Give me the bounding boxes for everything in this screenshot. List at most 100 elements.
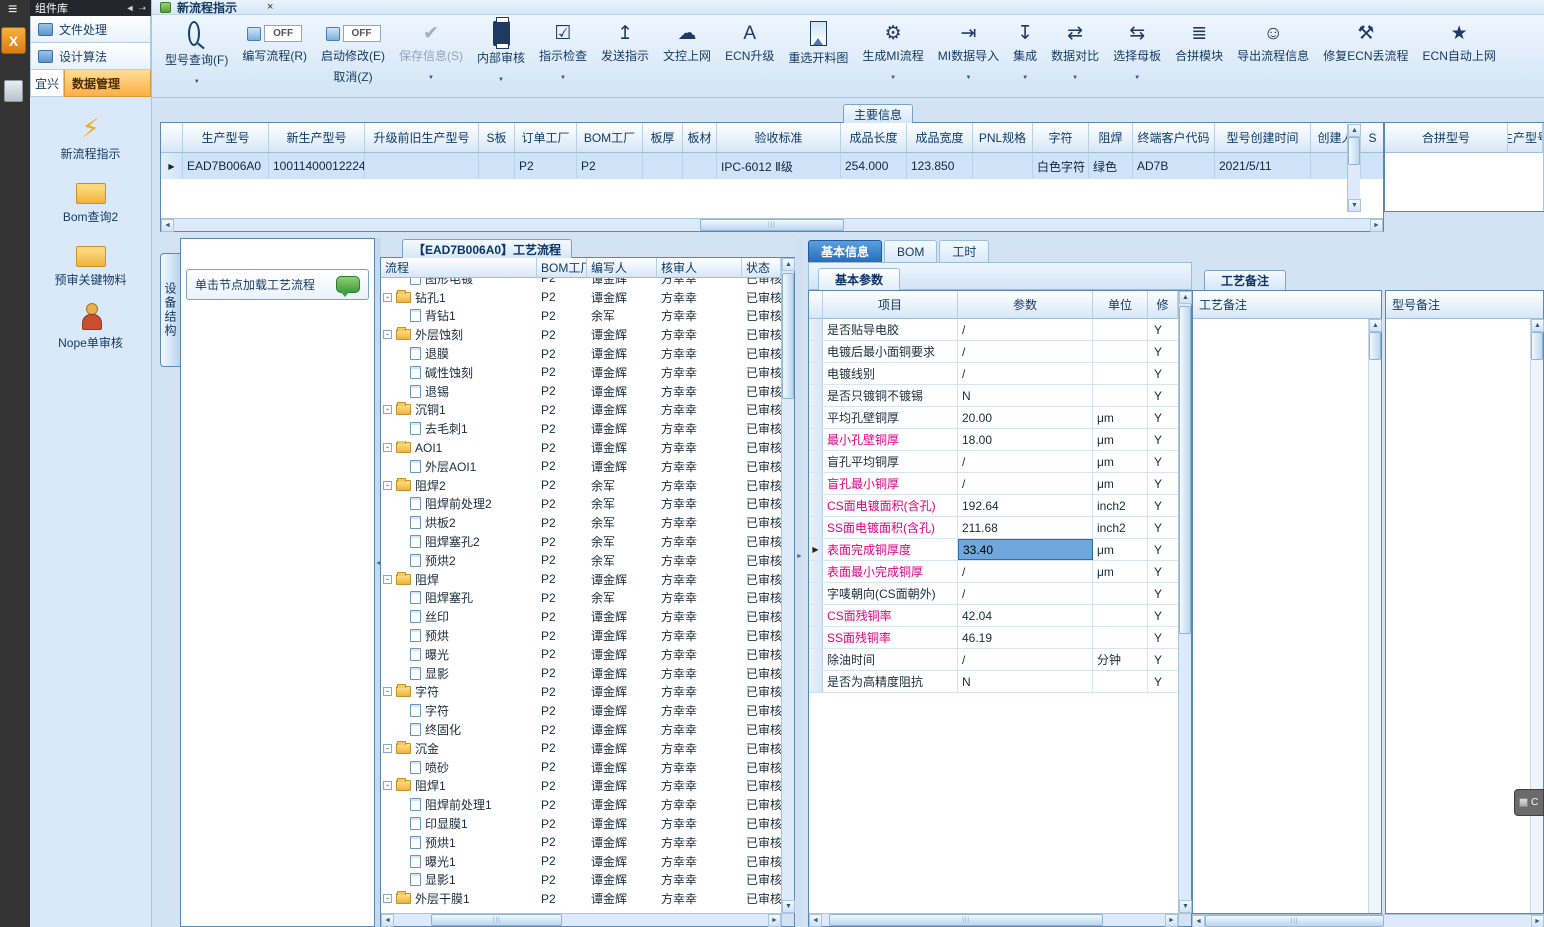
param-value-cell[interactable]: 192.64 bbox=[958, 495, 1093, 516]
param-row[interactable]: 字唛朝向(CS面朝外) / Y bbox=[809, 583, 1178, 605]
flow-writer-cell[interactable]: 谭金辉 bbox=[587, 289, 657, 306]
scrollbar-thumb[interactable] bbox=[1531, 332, 1543, 360]
scrollbar-thumb[interactable] bbox=[1179, 306, 1191, 634]
close-icon[interactable]: × bbox=[267, 1, 273, 13]
param-row[interactable]: 电镀后最小面铜要求 / Y bbox=[809, 341, 1178, 363]
param-flag-cell[interactable]: Y bbox=[1148, 407, 1178, 428]
flow-status-cell[interactable]: 已审核 bbox=[742, 759, 781, 776]
flow-step-cell[interactable]: 退锡 bbox=[381, 383, 537, 400]
flow-bom-cell[interactable]: P2 bbox=[537, 760, 587, 774]
flow-bom-cell[interactable]: P2 bbox=[537, 384, 587, 398]
grid-cell[interactable]: 白色字符 bbox=[1033, 153, 1089, 179]
flow-tree-row[interactable]: AOI1 P2 谭金辉 方幸幸 已审核 bbox=[381, 438, 781, 457]
flow-step-cell[interactable]: 阻焊1 bbox=[381, 777, 537, 794]
flow-writer-cell[interactable]: 谭金辉 bbox=[587, 401, 657, 418]
toolbar-button-sublabel[interactable]: 取消(Z) bbox=[333, 68, 372, 85]
grid-column-header[interactable]: 板材 bbox=[683, 123, 717, 153]
param-unit-cell[interactable] bbox=[1093, 341, 1148, 362]
flow-status-cell[interactable]: 已审核 bbox=[742, 890, 781, 907]
param-unit-cell[interactable]: μm bbox=[1093, 451, 1148, 472]
flow-writer-cell[interactable]: 谭金辉 bbox=[587, 439, 657, 456]
flow-writer-cell[interactable]: 谭金辉 bbox=[587, 702, 657, 719]
param-flag-cell[interactable]: Y bbox=[1148, 341, 1178, 362]
sidebar-tool[interactable]: Nope单审核 bbox=[30, 294, 151, 357]
flow-step-cell[interactable]: 喷砂 bbox=[381, 759, 537, 776]
flow-status-cell[interactable]: 已审核 bbox=[742, 278, 781, 287]
param-value-cell[interactable]: / bbox=[958, 473, 1093, 494]
flow-status-cell[interactable]: 已审核 bbox=[742, 702, 781, 719]
flow-bom-cell[interactable]: P2 bbox=[537, 553, 587, 567]
flow-bom-cell[interactable]: P2 bbox=[537, 278, 587, 285]
grid-column-header[interactable]: 型号创建时间 bbox=[1215, 123, 1311, 153]
param-flag-cell[interactable]: Y bbox=[1148, 539, 1178, 560]
param-unit-cell[interactable]: inch2 bbox=[1093, 495, 1148, 516]
scrollbar-thumb[interactable] bbox=[828, 914, 1104, 926]
param-hscrollbar[interactable] bbox=[809, 913, 1178, 927]
flow-writer-cell[interactable]: 谭金辉 bbox=[587, 278, 657, 287]
flow-tree-row[interactable]: 外层AOI1 P2 谭金辉 方幸幸 已审核 bbox=[381, 457, 781, 476]
flow-bom-cell[interactable]: P2 bbox=[537, 723, 587, 737]
grid-column-header[interactable]: BOM工厂 bbox=[577, 123, 643, 153]
param-name-cell[interactable]: 是否贴导电胶 bbox=[823, 319, 958, 340]
param-name-cell[interactable]: 电镀后最小面铜要求 bbox=[823, 341, 958, 362]
flow-step-cell[interactable]: 沉铜1 bbox=[381, 401, 537, 418]
flow-tree-row[interactable]: 预烘 P2 谭金辉 方幸幸 已审核 bbox=[381, 626, 781, 645]
flow-step-cell[interactable]: 字符 bbox=[381, 702, 537, 719]
flow-reviewer-cell[interactable]: 方幸幸 bbox=[657, 589, 742, 606]
flow-step-cell[interactable]: 曝光1 bbox=[381, 853, 537, 870]
remark-content-area[interactable] bbox=[1386, 319, 1530, 913]
flow-step-cell[interactable]: 预烘 bbox=[381, 627, 537, 644]
sidebar-category-data-management[interactable]: 数据管理 bbox=[64, 70, 151, 97]
param-flag-cell[interactable]: Y bbox=[1148, 605, 1178, 626]
toolbar-button[interactable]: ↧ 集成 bbox=[1006, 19, 1044, 76]
param-row[interactable]: 是否为高精度阻抗 N Y bbox=[809, 671, 1178, 693]
param-name-cell[interactable]: 盲孔平均铜厚 bbox=[823, 451, 958, 472]
param-row[interactable]: 盲孔最小铜厚 / μm Y bbox=[809, 473, 1178, 495]
param-vscrollbar[interactable] bbox=[1178, 291, 1192, 913]
splitter-expand-icon[interactable]: ► bbox=[796, 553, 803, 560]
scroll-left-icon[interactable] bbox=[1192, 915, 1205, 927]
scroll-down-icon[interactable] bbox=[782, 900, 795, 913]
grid-cell[interactable] bbox=[479, 153, 515, 179]
sidebar-tool[interactable]: 新流程指示 bbox=[30, 105, 151, 168]
flow-step-cell[interactable]: 图形电镀 bbox=[381, 278, 537, 287]
param-row[interactable]: SS面电镀面积(含孔) 211.68 inch2 Y bbox=[809, 517, 1178, 539]
param-row[interactable]: 盲孔平均铜厚 / μm Y bbox=[809, 451, 1178, 473]
flow-status-cell[interactable]: 已审核 bbox=[742, 552, 781, 569]
flow-step-cell[interactable]: 阻焊2 bbox=[381, 477, 537, 494]
flow-writer-cell[interactable]: 谭金辉 bbox=[587, 890, 657, 907]
flow-column-header[interactable]: 流程 bbox=[381, 258, 537, 278]
param-value-cell[interactable]: 211.68 bbox=[958, 517, 1093, 538]
flow-tree-row[interactable]: 显影 P2 谭金辉 方幸幸 已审核 bbox=[381, 664, 781, 683]
grid-column-header[interactable]: S板 bbox=[479, 123, 515, 153]
param-name-cell[interactable]: 是否只镀铜不镀锡 bbox=[823, 385, 958, 406]
dropdown-arrow-icon[interactable] bbox=[965, 68, 971, 74]
flow-reviewer-cell[interactable]: 方幸幸 bbox=[657, 777, 742, 794]
flow-step-cell[interactable]: 碱性蚀刻 bbox=[381, 364, 537, 381]
flow-step-cell[interactable]: 外层干膜1 bbox=[381, 890, 537, 907]
flow-status-cell[interactable]: 已审核 bbox=[742, 589, 781, 606]
scrollbar-thumb[interactable] bbox=[782, 273, 794, 399]
flow-bom-cell[interactable]: P2 bbox=[537, 572, 587, 586]
param-value-cell[interactable]: / bbox=[958, 583, 1093, 604]
flow-step-cell[interactable]: 钻孔1 bbox=[381, 289, 537, 306]
toolbar-button[interactable]: ☺ 导出流程信息 bbox=[1230, 19, 1316, 66]
flow-status-cell[interactable]: 已审核 bbox=[742, 815, 781, 832]
collapse-icon[interactable] bbox=[383, 480, 392, 490]
grid-cell[interactable]: IPC-6012 Ⅱ级 bbox=[717, 153, 841, 179]
off-toggle[interactable]: OFF bbox=[325, 21, 381, 46]
flow-writer-cell[interactable]: 谭金辉 bbox=[587, 834, 657, 851]
dropdown-arrow-icon[interactable] bbox=[1072, 68, 1078, 74]
flow-step-cell[interactable]: 烘板2 bbox=[381, 514, 537, 531]
flow-writer-cell[interactable]: 余军 bbox=[587, 495, 657, 512]
scroll-right-icon[interactable] bbox=[1165, 914, 1178, 927]
flow-tree-row[interactable]: 喷砂 P2 谭金辉 方幸幸 已审核 bbox=[381, 758, 781, 777]
flow-writer-cell[interactable]: 谭金辉 bbox=[587, 345, 657, 362]
flow-column-header[interactable]: 状态 bbox=[742, 258, 781, 278]
flow-vscrollbar[interactable] bbox=[781, 258, 795, 913]
flow-tree-row[interactable]: 图形电镀 P2 谭金辉 方幸幸 已审核 bbox=[381, 278, 781, 288]
flow-status-cell[interactable]: 已审核 bbox=[742, 777, 781, 794]
flow-tree-row[interactable]: 背钻1 P2 余军 方幸幸 已审核 bbox=[381, 307, 781, 326]
grid-cell[interactable] bbox=[973, 153, 1033, 179]
flow-tree-row[interactable]: 终固化 P2 谭金辉 方幸幸 已审核 bbox=[381, 720, 781, 739]
